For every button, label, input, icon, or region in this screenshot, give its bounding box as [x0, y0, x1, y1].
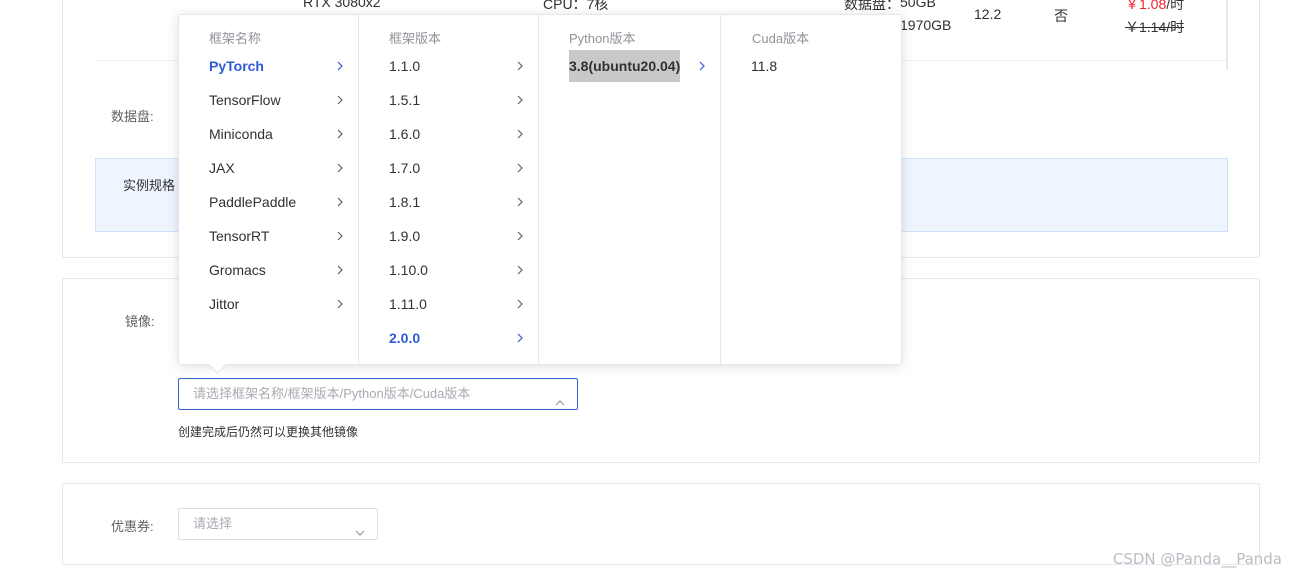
cascader-option[interactable]: Gromacs	[179, 253, 358, 287]
image-select[interactable]: 请选择框架名称/框架版本/Python版本/Cuda版本	[178, 378, 578, 410]
coupon-label: 优惠券:	[111, 519, 154, 534]
chevron-right-icon	[336, 95, 344, 105]
column-title: Cuda版本	[752, 31, 810, 46]
cascader-option[interactable]: PyTorch	[179, 49, 358, 83]
cascader-option[interactable]: 1.8.1	[359, 185, 538, 219]
cascader-option[interactable]: 1.11.0	[359, 287, 538, 321]
chevron-right-icon	[336, 265, 344, 275]
cascader-option[interactable]: 1.1.0	[359, 49, 538, 83]
chevron-right-icon	[516, 231, 524, 241]
cascader-option-label: 1.11.0	[389, 296, 427, 312]
image-label: 镜像:	[125, 314, 155, 329]
cascader-option-label: Gromacs	[209, 262, 266, 278]
chevron-right-icon	[336, 61, 344, 71]
image-select-placeholder: 请选择框架名称/框架版本/Python版本/Cuda版本	[193, 386, 471, 401]
chevron-right-icon	[516, 299, 524, 309]
chevron-right-icon	[336, 231, 344, 241]
cascader-option-label: 2.0.0	[389, 330, 421, 346]
option-list: 3.8(ubuntu20.04)	[539, 49, 720, 83]
cascader-column-framework: 框架名称 PyTorch TensorFlow Miniconda JAX Paddle…	[179, 15, 359, 364]
chevron-right-icon	[698, 61, 706, 71]
column-title: Python版本	[569, 31, 636, 46]
chevron-right-icon	[336, 163, 344, 173]
cascader-option[interactable]: PaddlePaddle	[179, 185, 358, 219]
cascader-option[interactable]: TensorRT	[179, 219, 358, 253]
column-title: 框架名称	[209, 31, 262, 46]
cascader-option-label: TensorRT	[209, 228, 270, 244]
data-disk-label: 数据盘:	[111, 109, 154, 124]
cascader-option[interactable]: TensorFlow	[179, 83, 358, 117]
cascader-option[interactable]: 1.10.0	[359, 253, 538, 287]
column-title: 框架版本	[389, 31, 442, 46]
option-list: 1.1.0 1.5.1 1.6.0 1.7.0 1.8.1 1.9.0 1.10.0 1.11…	[359, 49, 538, 355]
cascader-option-label: TensorFlow	[209, 92, 281, 108]
cascader-option[interactable]: 3.8(ubuntu20.04)	[539, 49, 720, 83]
cascader-option[interactable]: 11.8	[721, 49, 901, 83]
cascader-column-python-version: Python版本 3.8(ubuntu20.04)	[539, 15, 721, 364]
cascader-option[interactable]: Jittor	[179, 287, 358, 321]
chevron-up-icon	[555, 389, 565, 406]
cascader-option[interactable]: 2.0.0	[359, 321, 538, 355]
cascader-column-framework-version: 框架版本 1.1.0 1.5.1 1.6.0 1.7.0 1.8.1 1.9.0 1.10.…	[359, 15, 539, 364]
cascader-option-label: PaddlePaddle	[209, 194, 297, 210]
cascader-option-label: 1.9.0	[389, 228, 421, 244]
cascader-option-label: JAX	[209, 160, 235, 176]
instance-spec-label: 实例规格	[123, 178, 176, 193]
chevron-right-icon	[516, 333, 524, 343]
image-hint: 创建完成后仍然可以更换其他镜像	[178, 425, 359, 439]
data-disk-free-cell: 50GB	[900, 0, 936, 10]
image-cascader-dropdown: 框架名称 PyTorch TensorFlow Miniconda JAX Paddle…	[178, 14, 902, 374]
chevron-right-icon	[336, 129, 344, 139]
cascader-option-label: 11.8	[751, 58, 778, 74]
price-unit: /时	[1166, 0, 1185, 12]
table-scrollbar[interactable]	[1226, 0, 1228, 70]
cascader-option-label: Miniconda	[209, 126, 273, 142]
cascader-option[interactable]: 1.6.0	[359, 117, 538, 151]
chevron-right-icon	[516, 61, 524, 71]
cuda-cell: 12.2	[974, 6, 1002, 22]
cascader-option-label: 1.1.0	[389, 58, 421, 74]
watermark: CSDN @Panda__Panda	[1112, 550, 1282, 568]
cascader-option-label: 3.8(ubuntu20.04)	[569, 50, 681, 82]
cpu-cell: CPU：7核	[543, 0, 609, 12]
cascader-option[interactable]: JAX	[179, 151, 358, 185]
cascader-option[interactable]: 1.7.0	[359, 151, 538, 185]
price-cell: ￥1.08/时	[1125, 0, 1184, 14]
cascader-option-label: PyTorch	[209, 58, 264, 74]
chevron-right-icon	[336, 299, 344, 309]
cascader-option[interactable]: 1.9.0	[359, 219, 538, 253]
chevron-right-icon	[336, 197, 344, 207]
option-list: PyTorch TensorFlow Miniconda JAX PaddlePaddl…	[179, 49, 358, 321]
cascader-option[interactable]: 1.5.1	[359, 83, 538, 117]
cascader-option-label: 1.6.0	[389, 126, 421, 142]
flag-cell: 否	[1054, 8, 1068, 24]
page: RTX 3080x2 CPU：7核 数据盘： 50GB 1970GB 12.2 …	[0, 0, 1296, 576]
coupon-select[interactable]: 请选择	[178, 508, 378, 540]
option-list: 11.8	[721, 49, 901, 83]
chevron-right-icon	[516, 197, 524, 207]
price-value: ￥1.08	[1125, 0, 1167, 12]
gpu-cell: RTX 3080x2	[303, 0, 381, 10]
old-price-cell: ￥1.14/时	[1125, 19, 1185, 35]
cascader-option[interactable]: Miniconda	[179, 117, 358, 151]
data-disk-max-cell: 1970GB	[900, 17, 952, 33]
chevron-right-icon	[516, 265, 524, 275]
coupon-select-placeholder: 请选择	[193, 516, 233, 531]
chevron-right-icon	[516, 129, 524, 139]
cascader-option-label: Jittor	[209, 296, 240, 312]
cascader-option-label: 1.7.0	[389, 160, 421, 176]
cascader-column-cuda-version: Cuda版本 11.8	[721, 15, 901, 364]
cascader-option-label: 1.5.1	[389, 92, 421, 108]
data-disk-label-cell: 数据盘：	[844, 0, 900, 12]
cascader-option-label: 1.10.0	[389, 262, 428, 278]
cascader-option-label: 1.8.1	[389, 194, 421, 210]
chevron-right-icon	[516, 95, 524, 105]
chevron-right-icon	[516, 163, 524, 173]
chevron-down-icon	[355, 519, 365, 536]
